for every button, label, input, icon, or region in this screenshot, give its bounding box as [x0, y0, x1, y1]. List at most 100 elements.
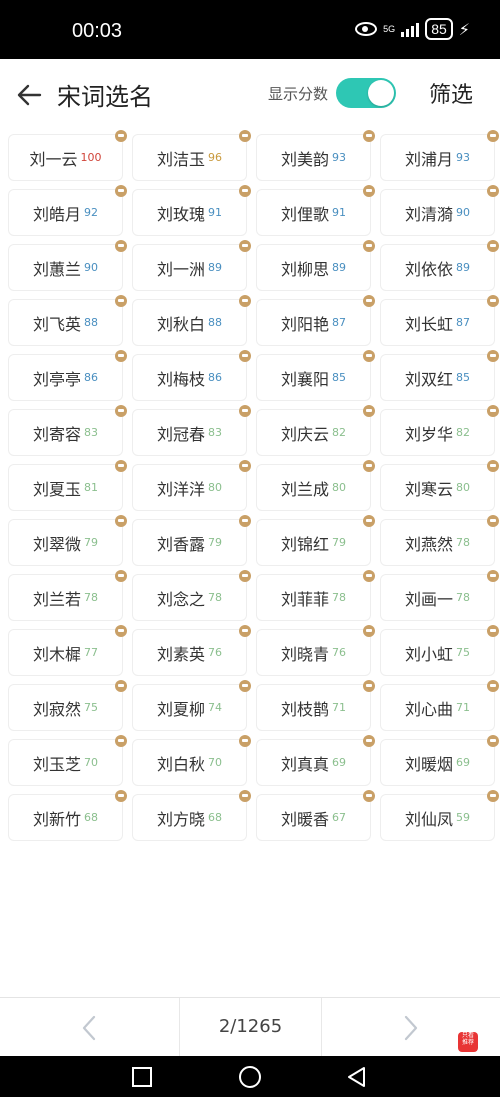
- name-score: 86: [208, 371, 222, 384]
- next-page-icon[interactable]: [394, 1014, 428, 1042]
- page-title: 宋词选名: [57, 83, 153, 111]
- name-card[interactable]: 刘清漪 90: [380, 185, 499, 236]
- name-card[interactable]: 刘暖烟 69: [380, 735, 499, 786]
- crown-icon: [487, 570, 499, 582]
- name-score: 78: [332, 591, 346, 604]
- name-card[interactable]: 刘新竹 68: [8, 790, 127, 841]
- name-text: 刘香露: [156, 534, 205, 554]
- name-card[interactable]: 刘寒云 80: [380, 460, 499, 511]
- show-score-toggle[interactable]: [336, 78, 396, 108]
- name-card[interactable]: 刘玫瑰 91: [132, 185, 251, 236]
- name-text: 刘岁华: [404, 424, 453, 444]
- name-card[interactable]: 刘冠春 83: [132, 405, 251, 456]
- name-card[interactable]: 刘岁华 82: [380, 405, 499, 456]
- filter-button[interactable]: 筛选: [429, 77, 473, 109]
- crown-icon: [363, 460, 375, 472]
- name-card[interactable]: 刘小虹 75: [380, 625, 499, 676]
- name-card[interactable]: 刘方晓 68: [132, 790, 251, 841]
- crown-icon: [115, 680, 127, 692]
- name-card[interactable]: 刘襄阳 85: [256, 350, 375, 401]
- name-score: 77: [84, 646, 98, 659]
- name-card[interactable]: 刘兰若 78: [8, 570, 127, 621]
- name-card[interactable]: 刘美韵 93: [256, 130, 375, 181]
- name-card[interactable]: 刘燕然 78: [380, 515, 499, 566]
- name-card[interactable]: 刘飞英 88: [8, 295, 127, 346]
- back-arrow-icon[interactable]: [14, 79, 46, 111]
- name-card[interactable]: 刘长虹 87: [380, 295, 499, 346]
- name-card[interactable]: 刘菲菲 78: [256, 570, 375, 621]
- name-card[interactable]: 刘翠微 79: [8, 515, 127, 566]
- name-card[interactable]: 刘一洲 89: [132, 240, 251, 291]
- name-card[interactable]: 刘寄容 83: [8, 405, 127, 456]
- name-text: 刘梅枝: [156, 369, 205, 389]
- name-card[interactable]: 刘念之 78: [132, 570, 251, 621]
- name-card[interactable]: 刘玉芝 70: [8, 735, 127, 786]
- name-score: 90: [456, 206, 470, 219]
- name-score: 92: [84, 206, 98, 219]
- crown-icon: [239, 790, 251, 802]
- name-text: 刘新竹: [32, 809, 81, 829]
- crown-icon: [487, 350, 499, 362]
- name-card[interactable]: 刘暖香 67: [256, 790, 375, 841]
- name-card[interactable]: 刘锦红 79: [256, 515, 375, 566]
- name-card[interactable]: 刘依依 89: [380, 240, 499, 291]
- name-text: 刘襄阳: [280, 369, 329, 389]
- name-card[interactable]: 刘柳思 89: [256, 240, 375, 291]
- name-card[interactable]: 刘夏玉 81: [8, 460, 127, 511]
- recent-apps-icon[interactable]: [132, 1067, 152, 1087]
- home-icon[interactable]: [239, 1066, 261, 1088]
- name-card[interactable]: 刘香露 79: [132, 515, 251, 566]
- name-score: 90: [84, 261, 98, 274]
- nav-back-icon[interactable]: [346, 1066, 368, 1088]
- name-card[interactable]: 刘洁玉 96: [132, 130, 251, 181]
- name-card[interactable]: 刘双红 85: [380, 350, 499, 401]
- name-card[interactable]: 刘蕙兰 90: [8, 240, 127, 291]
- name-card[interactable]: 刘素英 76: [132, 625, 251, 676]
- name-card[interactable]: 刘皓月 92: [8, 185, 127, 236]
- name-card[interactable]: 刘浦月 93: [380, 130, 499, 181]
- name-card[interactable]: 刘兰成 80: [256, 460, 375, 511]
- name-text: 刘一云: [29, 149, 78, 169]
- name-card[interactable]: 刘庆云 82: [256, 405, 375, 456]
- name-score: 83: [208, 426, 222, 439]
- name-card[interactable]: 刘白秋 70: [132, 735, 251, 786]
- name-card[interactable]: 刘真真 69: [256, 735, 375, 786]
- name-card[interactable]: 刘仙凤 59: [380, 790, 499, 841]
- name-card[interactable]: 刘枝鹊 71: [256, 680, 375, 731]
- name-score: 67: [332, 811, 346, 824]
- name-score: 68: [84, 811, 98, 824]
- status-time: 00:03: [72, 20, 123, 42]
- name-card[interactable]: 刘木樨 77: [8, 625, 127, 676]
- name-score: 100: [80, 151, 102, 164]
- name-text: 刘寂然: [32, 699, 81, 719]
- name-score: 85: [456, 371, 470, 384]
- name-card[interactable]: 刘心曲 71: [380, 680, 499, 731]
- crown-icon: [115, 790, 127, 802]
- name-text: 刘依依: [404, 259, 453, 279]
- name-card[interactable]: 刘洋洋 80: [132, 460, 251, 511]
- name-card[interactable]: 刘夏柳 74: [132, 680, 251, 731]
- prev-page-icon[interactable]: [72, 1014, 106, 1042]
- crown-icon: [363, 185, 375, 197]
- crown-icon: [115, 735, 127, 747]
- name-card[interactable]: 刘梅枝 86: [132, 350, 251, 401]
- crown-icon: [239, 460, 251, 472]
- name-score: 76: [208, 646, 222, 659]
- crown-icon: [115, 130, 127, 142]
- name-text: 刘菲菲: [280, 589, 329, 609]
- crown-icon: [487, 130, 499, 142]
- name-score: 89: [456, 261, 470, 274]
- name-card[interactable]: 刘秋白 88: [132, 295, 251, 346]
- name-card[interactable]: 刘俚歌 91: [256, 185, 375, 236]
- name-card[interactable]: 刘阳艳 87: [256, 295, 375, 346]
- name-card[interactable]: 刘晓青 76: [256, 625, 375, 676]
- name-card[interactable]: 刘亭亭 86: [8, 350, 127, 401]
- name-card[interactable]: 刘画一 78: [380, 570, 499, 621]
- name-text: 刘飞英: [32, 314, 81, 334]
- name-card[interactable]: 刘寂然 75: [8, 680, 127, 731]
- name-score: 83: [84, 426, 98, 439]
- name-text: 刘柳思: [280, 259, 329, 279]
- name-score: 86: [84, 371, 98, 384]
- recommend-badge[interactable]: 只看 推荐: [458, 1032, 478, 1052]
- name-card[interactable]: 刘一云 100: [8, 130, 127, 181]
